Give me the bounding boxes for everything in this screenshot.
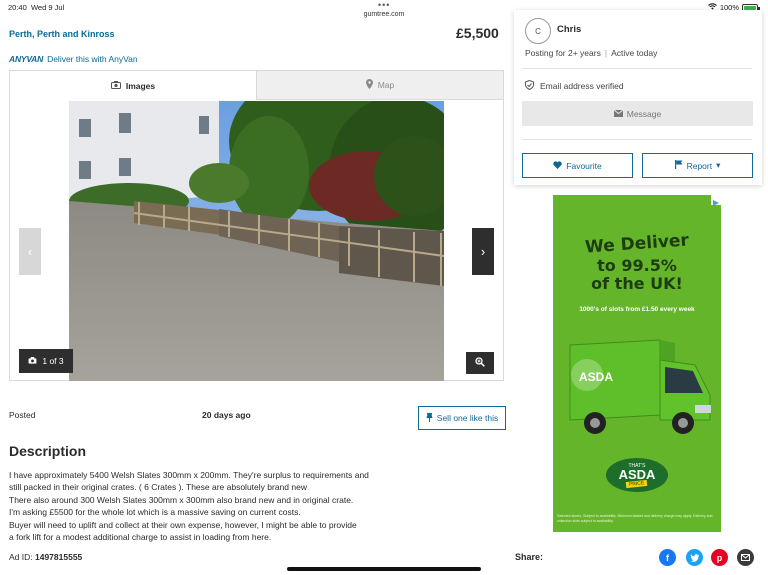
ad-id: Ad ID: 1497815555 [9, 552, 82, 562]
zoom-in-icon [475, 354, 485, 372]
favourite-button-label: Favourite [566, 160, 602, 171]
listing-location[interactable]: Perth, Perth and Kinross [9, 29, 115, 39]
posting-duration: Posting for 2+ years [525, 48, 601, 58]
posted-label: Posted [9, 410, 36, 420]
seller-meta: Posting for 2+ years | Active today [525, 48, 658, 58]
seller-card: C Chris Posting for 2+ years | Active toda… [514, 10, 762, 185]
facebook-icon[interactable]: f [659, 549, 676, 566]
ad-fine-print: Selected stores. Subject to availability… [557, 514, 713, 523]
ad-id-label: Ad ID: [9, 552, 33, 562]
listing-price: £5,500 [456, 25, 499, 41]
camera-icon [110, 80, 121, 91]
report-button[interactable]: Report ▾ [642, 153, 753, 178]
tab-map-label: Map [377, 80, 395, 90]
ad-id-value: 1497815555 [35, 552, 83, 562]
ad-choices-icon[interactable] [711, 195, 721, 206]
seller-activity: Active today [611, 48, 658, 58]
anyvan-delivery-link[interactable]: ANYVAN Deliver this with AnyVan [9, 54, 138, 64]
email-icon[interactable] [737, 549, 754, 566]
chevron-left-icon: ‹ [27, 244, 33, 259]
share-label: Share: [515, 552, 544, 562]
shield-check-icon [525, 79, 534, 92]
report-button-label: Report [686, 160, 713, 171]
ad-subline: 1000's of slots from £1.50 every week [579, 306, 695, 313]
camera-icon [28, 356, 37, 366]
description-line: Buyer will need to uplift and collect at… [9, 519, 357, 530]
verified-label: Email address verified [540, 81, 624, 91]
anyvan-logo: ANYVAN [9, 54, 44, 64]
image-counter: 1 of 3 [19, 349, 73, 373]
seller-name[interactable]: Chris [557, 24, 581, 35]
heart-icon [553, 160, 563, 171]
description-line: I'm asking £5500 for the whole lot which… [9, 507, 301, 518]
description-line: There also around 300 Welsh Slates 300mm… [9, 494, 354, 505]
sell-button-label: Sell one like this [436, 413, 499, 423]
gallery-tabs: Images Map [10, 71, 503, 100]
twitter-icon[interactable] [686, 549, 703, 566]
tab-map[interactable]: Map [256, 71, 503, 100]
delivery-van-image: ASDA [565, 335, 715, 445]
avatar[interactable]: C [525, 18, 551, 44]
listing-photo[interactable] [69, 101, 444, 381]
van-brand-text: ASDA [579, 370, 613, 384]
map-pin-icon [365, 79, 373, 91]
tab-images[interactable]: Images [10, 71, 256, 100]
divider [522, 139, 752, 140]
posted-value: 20 days ago [202, 410, 251, 420]
pinterest-icon[interactable]: p [711, 549, 728, 566]
description-line: a fork lift for a modest additional char… [9, 532, 272, 543]
ad-logo-price: PRICE [626, 479, 648, 489]
home-indicator[interactable] [287, 567, 481, 571]
ad-logo-brand: ASDA [618, 467, 656, 482]
asda-price-logo: THAT'S ASDA PRICE [606, 458, 668, 492]
flag-icon [674, 160, 683, 171]
description-line: I have approximately 5400 Welsh Slates 3… [9, 470, 369, 480]
ad-headline-line: of the UK! [591, 274, 683, 293]
asda-advert[interactable]: We Deliver to 99.5% of the UK! 1000's of… [553, 195, 721, 532]
favourite-button[interactable]: Favourite [522, 153, 633, 178]
description-heading: Description [9, 443, 87, 459]
email-verified: Email address verified [525, 79, 624, 92]
ad-headline: We Deliver to 99.5% of the UK! [553, 230, 721, 293]
chevron-right-icon: › [480, 244, 486, 259]
pin-icon [426, 412, 433, 424]
more-dots-icon[interactable]: ••• [378, 0, 390, 10]
tab-images-label: Images [125, 80, 156, 91]
image-gallery: Images Map ‹ › 1 of 3 [9, 70, 504, 381]
envelope-icon [613, 109, 624, 119]
next-image-button[interactable]: › [472, 228, 494, 275]
description-line: still packed in their original crates. (… [9, 482, 307, 493]
image-counter-text: 1 of 3 [42, 356, 64, 366]
previous-image-button[interactable]: ‹ [19, 228, 41, 275]
sell-one-like-this-button[interactable]: Sell one like this [418, 406, 506, 430]
caret-down-icon: ▾ [716, 160, 721, 170]
ad-headline-line: to 99.5% [597, 256, 677, 275]
message-button-label: Message [626, 108, 662, 119]
message-button[interactable]: Message [522, 101, 753, 126]
anyvan-delivery-text: Deliver this with AnyVan [47, 54, 138, 64]
description-text: I have approximately 5400 Welsh Slates 3… [9, 469, 409, 543]
divider [522, 68, 752, 69]
ad-headline-line: We Deliver [584, 230, 690, 258]
zoom-button[interactable] [466, 352, 494, 374]
